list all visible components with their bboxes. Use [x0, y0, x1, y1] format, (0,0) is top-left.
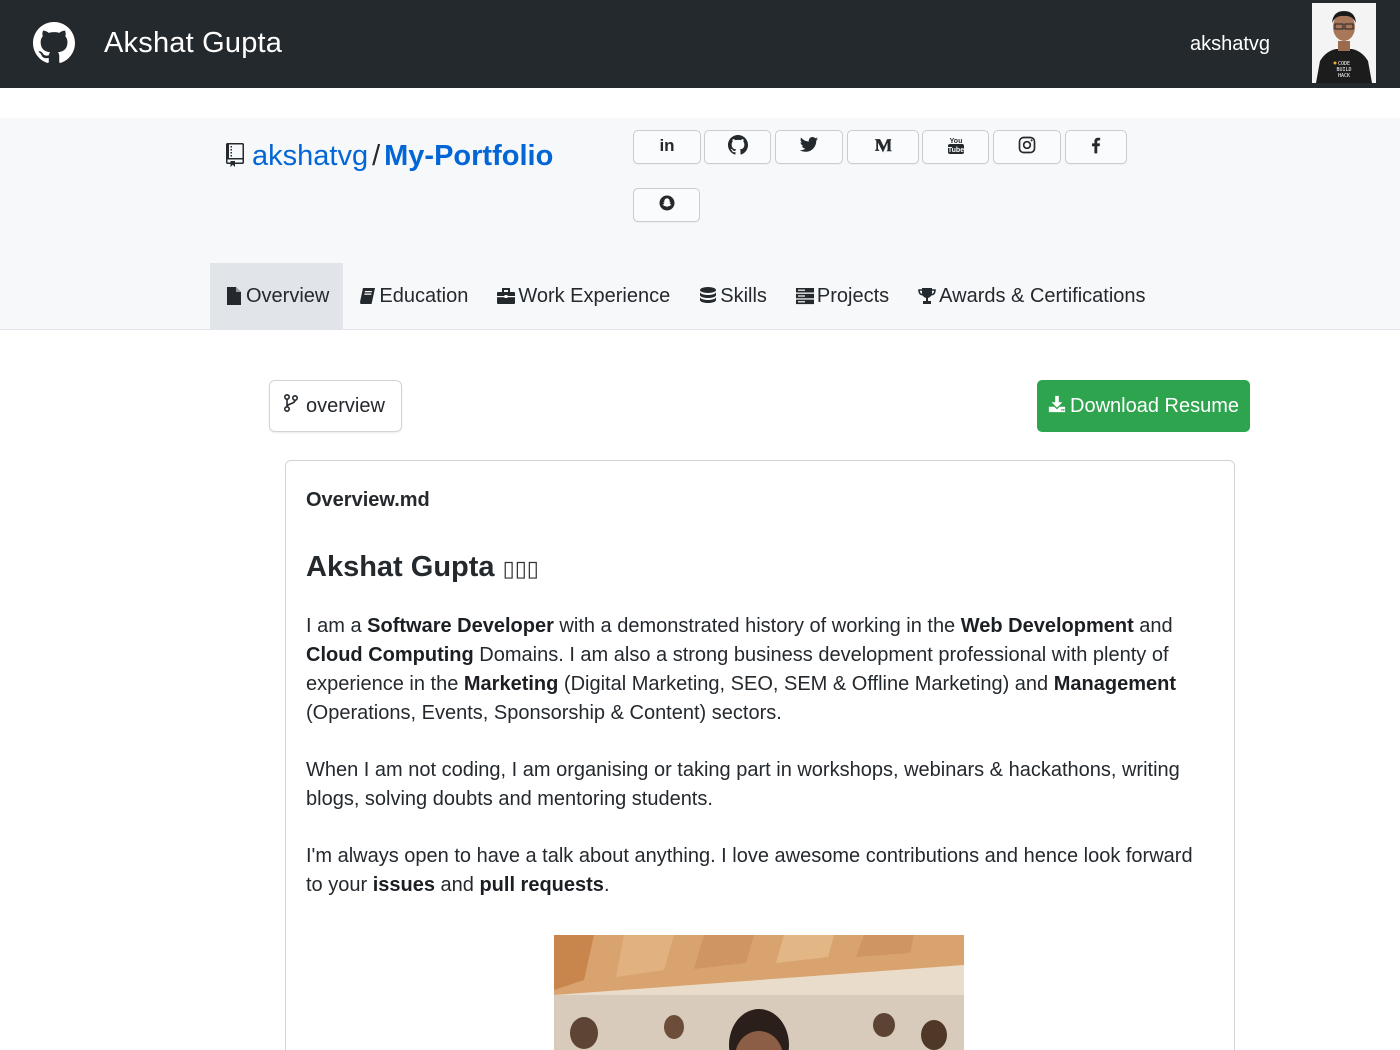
medium-icon: [873, 135, 893, 160]
database-icon: [700, 287, 717, 303]
text-segment: I am a: [306, 615, 368, 637]
twitter-button[interactable]: [775, 130, 843, 164]
repo-header: akshatvg / My-Portfolio in You Tube Overvie…: [0, 118, 1400, 330]
repo-name-link[interactable]: My-Portfolio: [384, 140, 553, 172]
text-segment: and: [1133, 615, 1173, 637]
snapchat-icon: [657, 193, 677, 218]
bold-segment: Management: [1053, 673, 1176, 695]
text-segment: with a demonstrated history of working i…: [553, 615, 961, 637]
svg-text:You: You: [949, 138, 962, 145]
bold-segment: Web Development: [960, 615, 1134, 637]
tab-work-experience[interactable]: Work Experience: [482, 263, 684, 329]
linkedin-icon: in: [657, 135, 677, 160]
linkedin-button[interactable]: in: [633, 130, 701, 164]
github-icon[interactable]: [33, 22, 75, 64]
instagram-button[interactable]: [993, 130, 1061, 164]
svg-text:Tube: Tube: [947, 147, 963, 154]
repo-title: akshatvg / My-Portfolio: [226, 140, 553, 173]
username-link[interactable]: akshatvg: [1190, 33, 1270, 56]
facebook-button[interactable]: [1065, 130, 1127, 164]
bold-segment: issues: [372, 874, 435, 896]
top-navbar: Akshat Gupta akshatvg CODE BUILD HACK: [0, 0, 1400, 88]
profile-photo: [554, 935, 964, 1050]
repo-owner-link[interactable]: akshatvg: [252, 140, 368, 172]
tab-label: Projects: [816, 284, 890, 307]
text-segment: .: [603, 874, 610, 896]
repo-icon: [226, 142, 244, 167]
bold-segment: Marketing: [463, 673, 559, 695]
file-icon: [227, 287, 241, 305]
download-label: Download Resume: [1070, 394, 1239, 417]
text-segment: (Digital Marketing, SEO, SEM & Offline M…: [558, 673, 1054, 695]
download-icon: [1048, 395, 1066, 413]
facebook-icon: [1086, 135, 1106, 160]
readme-card: Overview.md Akshat Gupta ▯▯▯ I am a Soft…: [285, 460, 1235, 1050]
readme-paragraph-hobbies: When I am not coding, I am organising or…: [306, 759, 1180, 810]
readme-heading: Akshat Gupta ▯▯▯: [306, 551, 539, 584]
text-segment: and: [434, 874, 480, 896]
bold-segment: pull requests: [479, 874, 604, 896]
readme-filename: Overview.md: [306, 489, 430, 511]
tab-skills[interactable]: Skills: [684, 263, 781, 329]
server-icon: [795, 288, 814, 305]
medium-button[interactable]: [847, 130, 919, 164]
bold-segment: Software Developer: [367, 615, 554, 637]
tab-label: Awards & Certifications: [939, 284, 1146, 307]
tab-label: Work Experience: [518, 284, 671, 307]
twitter-icon: [799, 135, 819, 160]
git-branch-icon: [283, 393, 299, 413]
instagram-icon: [1017, 135, 1037, 160]
tab-projects[interactable]: Projects: [781, 263, 903, 329]
svg-text:in: in: [659, 136, 674, 155]
readme-heading-text: Akshat Gupta: [306, 551, 495, 583]
repo-separator: /: [372, 140, 381, 172]
bold-segment: Cloud Computing: [306, 644, 474, 666]
branch-label: overview: [306, 394, 385, 417]
readme-paragraph-intro: I am a Software Developer with a demonst…: [306, 612, 1206, 728]
github-button[interactable]: [704, 130, 771, 164]
github-icon: [727, 134, 748, 160]
tab-label: Overview: [246, 284, 330, 307]
trophy-icon: [918, 288, 936, 304]
tab-label: Education: [379, 284, 469, 307]
text-segment: (Operations, Events, Sponsorship & Conte…: [306, 702, 782, 724]
brand-title[interactable]: Akshat Gupta: [104, 27, 282, 60]
download-resume-button[interactable]: Download Resume: [1037, 380, 1250, 432]
tab-bar: Overview Education Work Experience Skill…: [210, 263, 1160, 329]
readme-paragraph-contributions: I'm always open to have a talk about any…: [306, 842, 1206, 900]
snapchat-button[interactable]: [633, 188, 700, 222]
briefcase-icon: [497, 288, 516, 304]
youtube-icon: You Tube: [946, 135, 966, 160]
tab-education[interactable]: Education: [343, 263, 482, 329]
branch-selector-button[interactable]: overview: [269, 380, 402, 432]
svg-text:HACK: HACK: [1338, 73, 1350, 79]
tab-awards[interactable]: Awards & Certifications: [903, 263, 1159, 329]
book-icon: [360, 288, 376, 304]
tab-label: Skills: [720, 284, 767, 307]
tab-overview[interactable]: Overview: [210, 263, 344, 329]
user-avatar[interactable]: CODE BUILD HACK: [1312, 3, 1376, 83]
youtube-button[interactable]: You Tube: [922, 130, 989, 164]
heading-emoji-placeholders: ▯▯▯: [502, 556, 539, 581]
